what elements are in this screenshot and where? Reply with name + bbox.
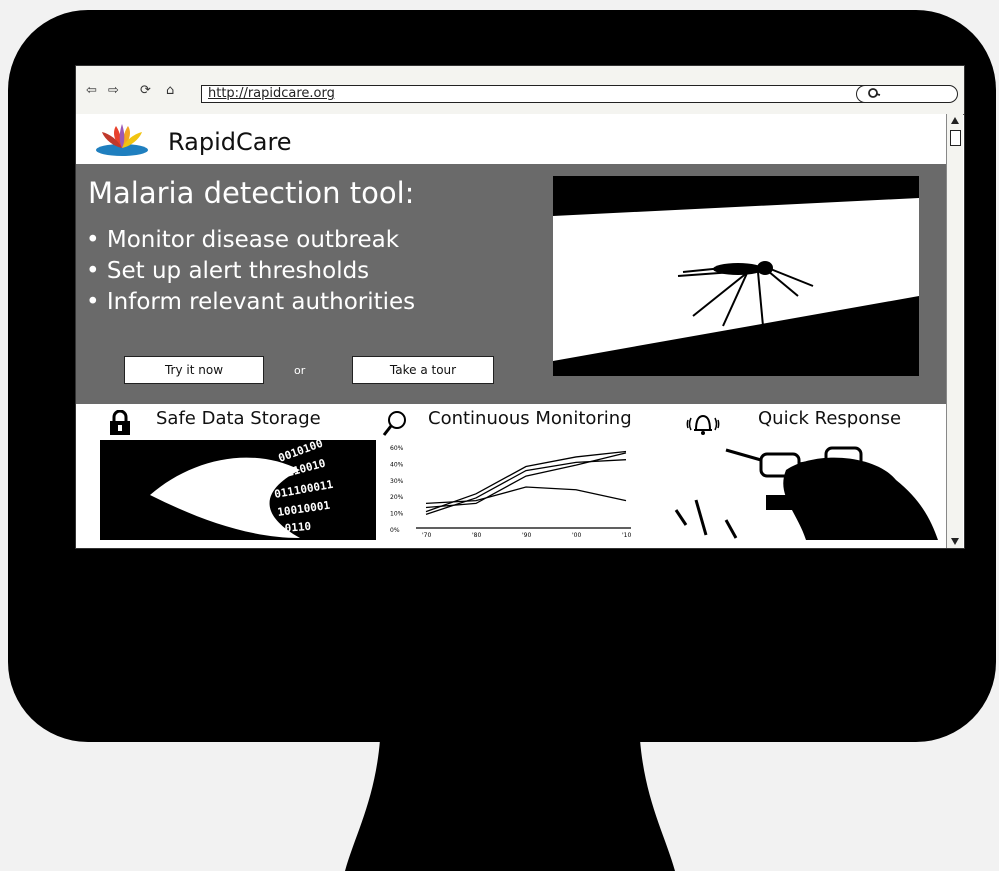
hero-section: Malaria detection tool: • Monitor diseas… <box>76 164 946 404</box>
x-tick-label: '70 <box>422 532 431 539</box>
take-a-tour-button[interactable]: Take a tour <box>352 356 494 384</box>
monitor-stand <box>345 740 675 871</box>
address-bar[interactable]: http://rapidcare.org <box>201 85 944 103</box>
search-field[interactable] <box>856 85 958 103</box>
y-tick-label: 30% <box>390 478 404 485</box>
try-it-now-button[interactable]: Try it now <box>124 356 264 384</box>
monitoring-line-chart: 60% 40% 30% 20% 10% 0% '70 '80 '90 '00 '10 <box>390 445 631 539</box>
x-tick-label: '10 <box>622 532 631 539</box>
lock-icon <box>110 410 130 435</box>
person-with-glasses-image <box>666 440 938 540</box>
chart-series <box>425 450 627 515</box>
magnifier-icon <box>382 411 406 436</box>
y-tick-label: 0% <box>390 527 400 534</box>
lotus-logo-icon[interactable] <box>94 122 150 156</box>
browser-toolbar: ⇦ ⇨ ⟳ ⌂ http://rapidcare.org <box>76 66 964 115</box>
reload-icon[interactable]: ⟳ <box>140 83 151 98</box>
scroll-up-icon[interactable] <box>950 116 960 126</box>
x-tick-label: '00 <box>572 532 581 539</box>
scroll-thumb[interactable] <box>950 130 961 146</box>
y-tick-label: 20% <box>390 494 404 501</box>
bullet-item: • Monitor disease outbreak <box>86 227 400 253</box>
hero-title: Malaria detection tool: <box>88 176 415 210</box>
bullet-item: • Set up alert thresholds <box>86 258 370 284</box>
or-text: or <box>294 364 306 377</box>
binary-data-image: 0010100 10110010 011100011 10010001 0110 <box>100 440 376 540</box>
back-icon[interactable]: ⇦ <box>86 83 97 98</box>
y-tick-label: 10% <box>390 511 404 518</box>
x-tick-label: '90 <box>522 532 531 539</box>
y-tick-label: 60% <box>390 445 404 452</box>
feature-bullets: • Monitor disease outbreak • Set up aler… <box>86 227 415 320</box>
search-icon <box>867 86 881 103</box>
vertical-scrollbar[interactable] <box>946 114 963 548</box>
x-axis-ticks: '70 '80 '90 '00 '10 <box>422 532 631 539</box>
y-axis-ticks: 60% 40% 30% 20% 10% 0% <box>390 445 404 534</box>
bell-icon <box>686 414 720 435</box>
feature-label-monitoring: Continuous Monitoring <box>428 408 632 429</box>
y-tick-label: 40% <box>390 461 404 468</box>
svg-text:0110: 0110 <box>284 520 312 535</box>
mosquito-image <box>553 176 919 376</box>
features-section: Safe Data Storage 0010100 10110010 01110… <box>76 404 946 548</box>
x-tick-label: '80 <box>472 532 481 539</box>
browser-window: ⇦ ⇨ ⟳ ⌂ http://rapidcare.org RapidCare M… <box>75 65 965 549</box>
bullet-item: • Inform relevant authorities <box>86 289 416 315</box>
site-brand[interactable]: RapidCare <box>168 128 292 156</box>
forward-icon[interactable]: ⇨ <box>108 83 119 98</box>
feature-label-response: Quick Response <box>758 408 902 429</box>
scroll-down-icon[interactable] <box>950 536 960 546</box>
home-icon[interactable]: ⌂ <box>166 83 174 98</box>
feature-label-storage: Safe Data Storage <box>156 408 321 429</box>
site-header: RapidCare <box>76 114 946 164</box>
